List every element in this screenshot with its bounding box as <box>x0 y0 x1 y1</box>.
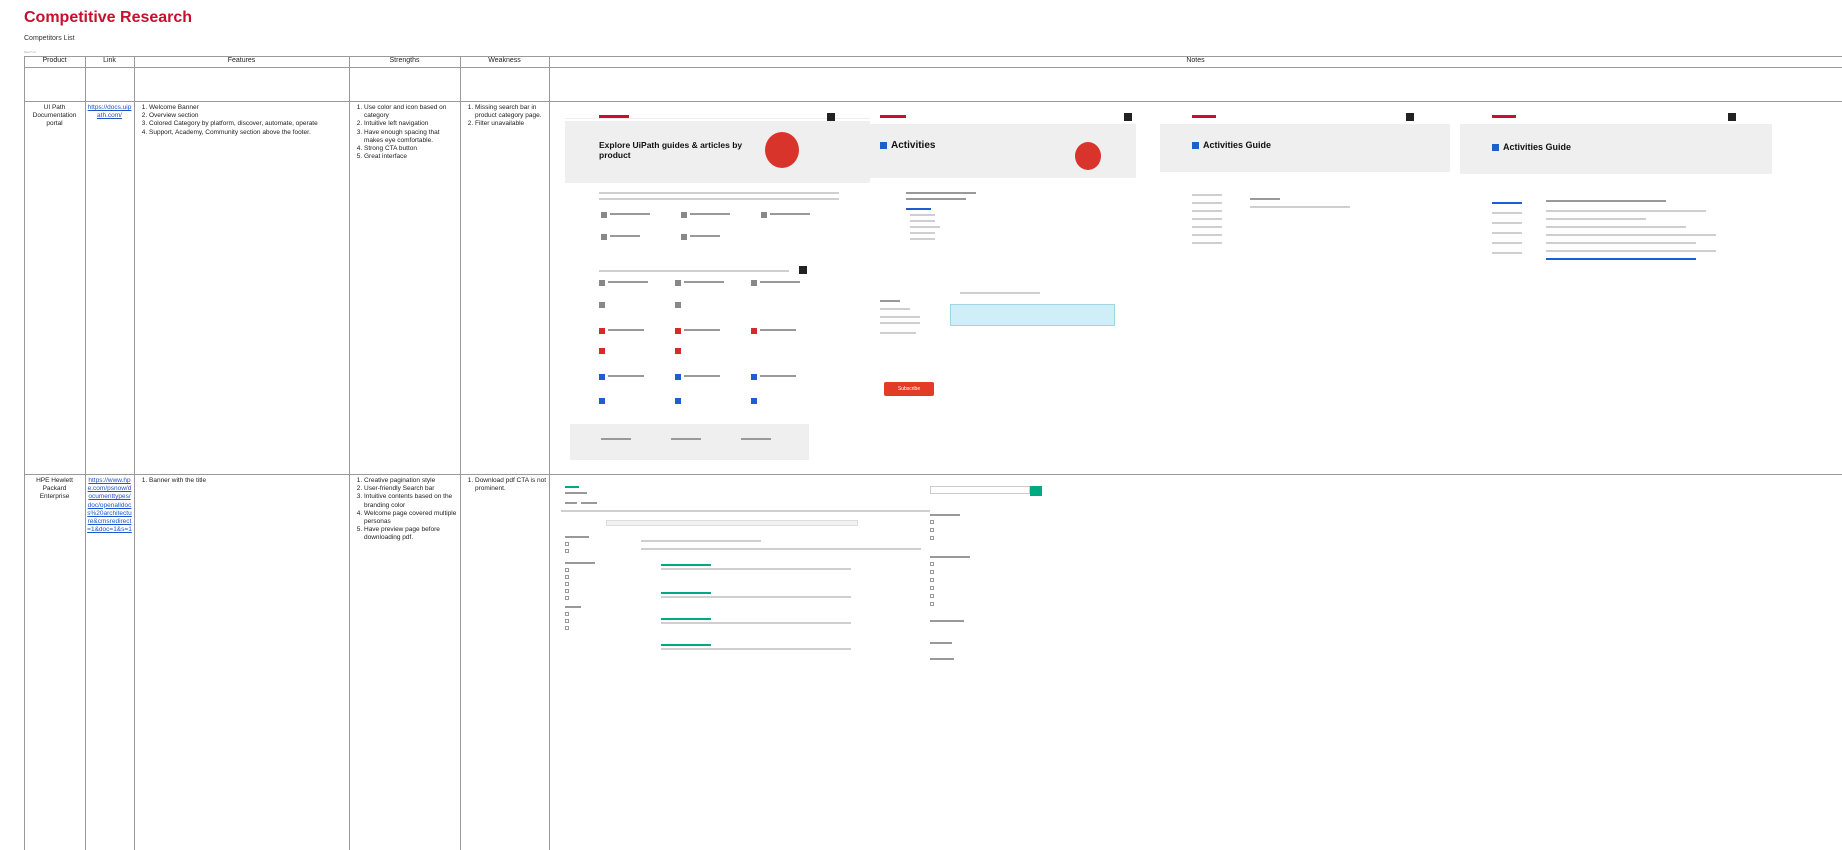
row2-link[interactable]: https://www.hpe.com/psnow/documenttypes/… <box>87 477 132 533</box>
subscribe-button[interactable]: Subscribe <box>884 382 934 396</box>
list-item: Strong CTA button <box>364 145 457 153</box>
list-item: Download pdf CTA is not prominent. <box>475 477 547 493</box>
column-divider <box>460 56 461 850</box>
activities-title: Activities <box>891 140 936 151</box>
activities-guide-detail-title: Activities Guide <box>1503 142 1572 152</box>
list-item: User-friendly Search bar <box>364 485 457 493</box>
row1-weakness: Missing search bar in product category p… <box>464 104 547 129</box>
header-notes: Notes <box>1186 57 1205 64</box>
activities-screenshot: Activities Subscribe <box>870 112 1150 442</box>
row1-product: UI Path Documentation portal <box>32 104 77 128</box>
page-title: Competitive Research <box>24 9 193 26</box>
table-border-left <box>24 56 25 850</box>
row1-link[interactable]: https://docs.uipath.com/ <box>88 104 132 119</box>
uipath-hero-title: Explore UiPath guides & articles by prod… <box>599 140 743 160</box>
activities-guide-screenshot: Activities Guide <box>1160 112 1460 262</box>
row2-strengths: Creative pagination style User-friendly … <box>353 477 457 543</box>
list-item: Filter unavailable <box>475 120 547 128</box>
list-item: Have enough spacing that makes eye comfo… <box>364 129 457 145</box>
list-item: Intuitive left navigation <box>364 120 457 128</box>
header-strengths: Strengths <box>389 57 420 64</box>
row2-features: Banner with the title <box>138 477 346 485</box>
header-weakness: Weakness <box>488 57 521 64</box>
hpe-filter-screenshot <box>930 484 1066 684</box>
column-divider <box>85 56 86 850</box>
header-features: Features <box>227 57 256 64</box>
competitors-table: Product Link Features Strengths Weakness… <box>24 56 1842 850</box>
list-item: Intuitive contents based on the branding… <box>364 493 457 509</box>
row-divider <box>24 474 1842 475</box>
page-subtitle: Competitors List <box>24 35 75 42</box>
column-divider <box>549 56 550 850</box>
tiny-note: Sun/7 mi <box>24 50 36 54</box>
header-link: Link <box>103 57 116 64</box>
list-item: Overview section <box>149 112 346 120</box>
row2-weakness: Download pdf CTA is not prominent. <box>464 477 547 493</box>
row1-strengths: Use color and icon based on category Int… <box>353 104 457 161</box>
row2-link-cell: https://www.hpe.com/psnow/documenttypes/… <box>87 477 132 534</box>
row1-features: Welcome Banner Overview section Colored … <box>138 104 346 137</box>
list-item: Banner with the title <box>149 477 346 485</box>
uipath-home-screenshot: Explore UiPath guides & articles by prod… <box>565 112 871 466</box>
list-item: Use color and icon based on category <box>364 104 457 120</box>
activities-guide-title: Activities Guide <box>1203 140 1272 150</box>
column-divider <box>349 56 350 850</box>
list-item: Support, Academy, Community section abov… <box>149 129 346 137</box>
header-product: Product <box>42 57 67 64</box>
column-divider <box>134 56 135 850</box>
list-item: Creative pagination style <box>364 477 457 485</box>
row-divider <box>24 101 1842 102</box>
header-divider <box>24 67 1842 68</box>
row1-link-cell: https://docs.uipath.com/ <box>87 104 132 120</box>
list-item: Have preview page before downloading pdf… <box>364 526 457 542</box>
list-item: Welcome Banner <box>149 104 346 112</box>
list-item: Welcome page covered multiple personas <box>364 510 457 526</box>
list-item: Colored Category by platform, discover, … <box>149 120 346 128</box>
activities-guide-detail-screenshot: Activities Guide <box>1460 112 1780 282</box>
row2-product: HPE Hewlett Packard Enterprise <box>36 477 73 501</box>
list-item: Great interface <box>364 153 457 161</box>
list-item: Missing search bar in product category p… <box>475 104 547 120</box>
hpe-search-screenshot <box>561 484 931 684</box>
